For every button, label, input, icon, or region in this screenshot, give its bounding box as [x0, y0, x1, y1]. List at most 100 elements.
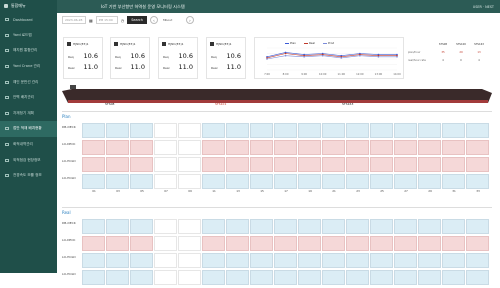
bay-cell[interactable]: [442, 253, 465, 268]
sidebar-item[interactable]: 예인 운반선 관리: [0, 74, 57, 90]
bay-cell[interactable]: [322, 140, 345, 155]
bay-cell[interactable]: [226, 140, 249, 155]
bay-cell[interactable]: [322, 157, 345, 172]
bay-cell[interactable]: [274, 123, 297, 138]
crane-label[interactable]: STS08: [105, 102, 114, 106]
bay-cell[interactable]: [82, 236, 105, 251]
bay-cell[interactable]: [370, 219, 393, 234]
bay-cell[interactable]: [202, 236, 225, 251]
bay-cell[interactable]: [322, 236, 345, 251]
bay-cell[interactable]: [274, 174, 297, 189]
sidebar-item[interactable]: Yard Crane 관리: [0, 59, 57, 75]
bay-cell[interactable]: [418, 253, 441, 268]
bay-cell[interactable]: [466, 174, 489, 189]
bay-cell[interactable]: [466, 140, 489, 155]
bay-cell[interactable]: [106, 174, 129, 189]
sidebar-item[interactable]: Yard 로드맵: [0, 28, 57, 44]
bay-cell[interactable]: [394, 253, 417, 268]
bay-cell[interactable]: [250, 253, 273, 268]
bay-cell[interactable]: [154, 270, 177, 285]
bay-cell[interactable]: [82, 219, 105, 234]
bay-cell[interactable]: [202, 219, 225, 234]
bay-cell[interactable]: [466, 270, 489, 285]
bay-cell[interactable]: [370, 253, 393, 268]
bay-cell[interactable]: [178, 219, 201, 234]
bay-cell[interactable]: [82, 123, 105, 138]
bay-cell[interactable]: [274, 140, 297, 155]
bay-cell[interactable]: [346, 140, 369, 155]
bay-cell[interactable]: [346, 253, 369, 268]
bay-cell[interactable]: [154, 157, 177, 172]
bay-cell[interactable]: [346, 123, 369, 138]
bay-cell[interactable]: [154, 140, 177, 155]
bay-cell[interactable]: [322, 123, 345, 138]
bay-cell[interactable]: [178, 236, 201, 251]
bay-cell[interactable]: [442, 219, 465, 234]
sidebar-item[interactable]: 외적점검 현장정보: [0, 152, 57, 168]
crane-label[interactable]: STS101: [215, 102, 226, 106]
bay-cell[interactable]: [370, 157, 393, 172]
sidebar-item[interactable]: 자재정기 계획: [0, 106, 57, 122]
bay-cell[interactable]: [154, 253, 177, 268]
bay-cell[interactable]: [274, 253, 297, 268]
bay-cell[interactable]: [106, 140, 129, 155]
bay-cell[interactable]: [250, 123, 273, 138]
bay-cell[interactable]: [322, 174, 345, 189]
bay-cell[interactable]: [130, 174, 153, 189]
bay-cell[interactable]: [202, 253, 225, 268]
bay-cell[interactable]: [82, 253, 105, 268]
bay-cell[interactable]: [250, 270, 273, 285]
bay-cell[interactable]: [442, 123, 465, 138]
bay-cell[interactable]: [394, 174, 417, 189]
bay-cell[interactable]: [442, 174, 465, 189]
bay-cell[interactable]: [298, 157, 321, 172]
bay-cell[interactable]: [442, 157, 465, 172]
crane-card[interactable]: HJNC(E3)1 Req 10.6 Real 11.0: [63, 37, 103, 79]
bay-cell[interactable]: [322, 270, 345, 285]
bay-cell[interactable]: [418, 140, 441, 155]
bay-cell[interactable]: [346, 219, 369, 234]
bay-cell[interactable]: [154, 236, 177, 251]
sidebar-logo[interactable]: 통합메뉴: [0, 0, 57, 12]
bay-cell[interactable]: [178, 123, 201, 138]
bay-cell[interactable]: [106, 219, 129, 234]
bay-cell[interactable]: [106, 270, 129, 285]
date-input[interactable]: 2023-06-28: [62, 16, 86, 24]
bay-cell[interactable]: [274, 219, 297, 234]
bay-cell[interactable]: [418, 174, 441, 189]
bay-cell[interactable]: [130, 253, 153, 268]
prev-button[interactable]: ‹: [149, 16, 158, 24]
bay-cell[interactable]: [274, 270, 297, 285]
bay-cell[interactable]: [298, 123, 321, 138]
crane-label[interactable]: STS163: [342, 102, 353, 106]
bay-cell[interactable]: [466, 123, 489, 138]
bay-cell[interactable]: [370, 270, 393, 285]
bay-cell[interactable]: [178, 174, 201, 189]
search-button[interactable]: Search: [127, 16, 147, 24]
bay-cell[interactable]: [202, 140, 225, 155]
bay-cell[interactable]: [130, 219, 153, 234]
bay-cell[interactable]: [370, 140, 393, 155]
bay-cell[interactable]: [370, 236, 393, 251]
sidebar-item[interactable]: Dashboard: [0, 12, 57, 28]
bay-cell[interactable]: [442, 236, 465, 251]
bay-cell[interactable]: [442, 270, 465, 285]
bay-cell[interactable]: [226, 236, 249, 251]
bay-cell[interactable]: [418, 123, 441, 138]
bay-cell[interactable]: [298, 270, 321, 285]
bay-cell[interactable]: [394, 123, 417, 138]
bay-cell[interactable]: [250, 157, 273, 172]
bay-cell[interactable]: [106, 123, 129, 138]
bay-cell[interactable]: [466, 236, 489, 251]
sidebar-item[interactable]: 접안 적재 배치현황: [0, 121, 57, 137]
sidebar-item[interactable]: 전경속도 모를 정보: [0, 168, 57, 184]
next-button[interactable]: ›: [185, 16, 194, 24]
bay-cell[interactable]: [154, 123, 177, 138]
bay-cell[interactable]: [466, 253, 489, 268]
user-info[interactable]: USER · NEST: [473, 5, 494, 9]
bay-cell[interactable]: [226, 219, 249, 234]
crane-card[interactable]: HJNC(E3)1 Req 10.6 Real 11.0: [110, 37, 150, 79]
bay-cell[interactable]: [130, 270, 153, 285]
bay-cell[interactable]: [346, 174, 369, 189]
bay-cell[interactable]: [346, 157, 369, 172]
